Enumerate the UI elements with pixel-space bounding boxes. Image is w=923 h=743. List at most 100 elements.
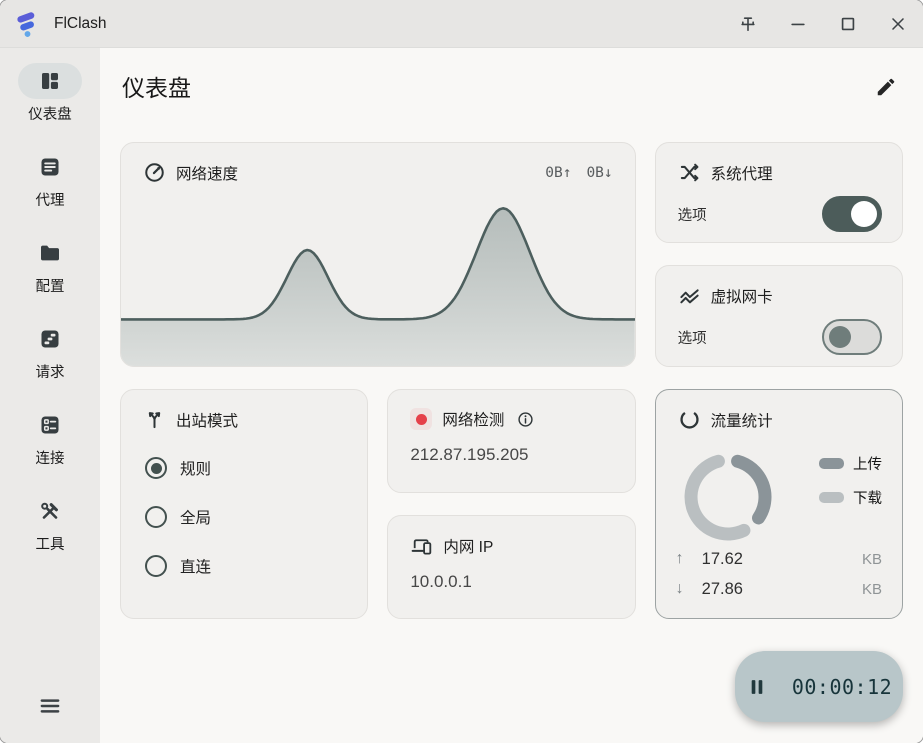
upload-total-value: 17.62	[702, 550, 743, 569]
pin-button[interactable]	[723, 0, 773, 48]
app-logo-icon	[14, 10, 42, 38]
network-speed-card: 网络速度 0B↑ 0B↓	[120, 142, 636, 367]
traffic-donut-chart	[672, 441, 784, 553]
uptime-timer: 00:00:12	[792, 675, 892, 699]
shuffle-icon	[678, 161, 701, 184]
sidebar-item-label: 配置	[36, 275, 65, 296]
card-title: 出站模式	[176, 409, 238, 431]
upload-swatch	[819, 458, 844, 469]
info-icon	[516, 410, 535, 429]
sidebar-item-proxies[interactable]: 代理	[0, 149, 100, 210]
card-title: 系统代理	[711, 162, 773, 184]
close-button[interactable]	[873, 0, 923, 48]
connections-icon	[38, 413, 62, 437]
pause-timer-fab[interactable]: 00:00:12	[735, 651, 903, 722]
toggle-thumb	[829, 326, 851, 348]
pin-icon	[738, 14, 758, 34]
radio-label: 规则	[180, 457, 211, 479]
radio-icon[interactable]	[145, 457, 167, 479]
virtual-nic-card: 虚拟网卡 选项	[655, 265, 903, 367]
connections-icon-pill	[18, 407, 82, 443]
radio-option-rule[interactable]: 规则	[145, 457, 345, 479]
sidebar-item-profiles[interactable]: 配置	[0, 235, 100, 296]
data-usage-icon	[678, 408, 701, 431]
card-title: 网络速度	[176, 162, 238, 184]
legend-label: 下载	[853, 487, 882, 508]
sidebar-item-connections[interactable]: 连接	[0, 407, 100, 468]
download-total-unit: KB	[862, 581, 882, 598]
traffic-legend: 上传 下载	[819, 441, 882, 553]
legend-item-download: 下载	[819, 487, 882, 508]
minimize-icon	[788, 14, 808, 34]
virtual-nic-option-label: 选项	[678, 327, 707, 348]
sidebar-item-dashboard[interactable]: 仪表盘	[0, 63, 100, 124]
sidebar-item-requests[interactable]: 请求	[0, 321, 100, 382]
menu-icon	[37, 693, 63, 719]
public-ip-value: 212.87.195.205	[388, 430, 634, 465]
folder-icon	[38, 241, 62, 265]
radio-option-direct[interactable]: 直连	[145, 555, 345, 577]
download-speed-value: 0B↓	[586, 165, 612, 181]
traffic-body: 上传 下载	[656, 431, 902, 553]
radio-icon[interactable]	[145, 555, 167, 577]
dashboard-grid: 网络速度 0B↑ 0B↓ 系统代理	[120, 142, 903, 619]
main-content: 仪表盘	[100, 48, 923, 743]
sidebar: 仪表盘 代理 配置	[0, 48, 100, 743]
waves-icon	[678, 284, 701, 307]
virtual-nic-toggle[interactable]	[822, 319, 882, 355]
edit-pencil-icon	[875, 76, 897, 98]
proxies-icon-pill	[18, 149, 82, 185]
close-icon	[888, 14, 908, 34]
status-dot	[416, 414, 427, 425]
radio-label: 全局	[180, 506, 211, 528]
requests-icon-pill	[18, 321, 82, 357]
download-total-value: 27.86	[702, 580, 743, 599]
page-title: 仪表盘	[122, 72, 191, 104]
radio-icon[interactable]	[145, 506, 167, 528]
legend-label: 上传	[853, 453, 882, 474]
card-title: 内网 IP	[443, 535, 493, 557]
edit-dashboard-button[interactable]	[875, 72, 897, 98]
traffic-stats-card: 流量统计 上传 下载	[655, 389, 903, 619]
sidebar-item-label: 请求	[36, 361, 65, 382]
sidebar-item-label: 连接	[36, 447, 65, 468]
upload-total-row: ↑ 17.62 KB	[676, 544, 882, 574]
gauge-icon	[143, 161, 166, 184]
split-icon	[143, 408, 166, 431]
speed-current-values: 0B↑ 0B↓	[545, 165, 612, 181]
up-arrow: ↑	[676, 550, 702, 568]
info-button[interactable]	[516, 410, 535, 429]
download-swatch	[819, 492, 844, 503]
radio-label: 直连	[180, 555, 211, 577]
proxies-list-icon	[38, 155, 62, 179]
page-header: 仪表盘	[100, 48, 923, 142]
card-title: 网络检测	[442, 408, 504, 430]
maximize-button[interactable]	[823, 0, 873, 48]
system-proxy-card: 系统代理 选项	[655, 142, 903, 243]
card-title: 虚拟网卡	[711, 285, 773, 307]
app-title: FlClash	[54, 15, 107, 33]
pause-icon	[746, 676, 768, 698]
profiles-icon-pill	[18, 235, 82, 271]
dashboard-icon	[38, 69, 62, 93]
status-dot-wrap	[410, 408, 432, 430]
donut-upload-arc	[737, 461, 764, 518]
sidebar-item-label: 代理	[36, 189, 65, 210]
sidebar-menu-button[interactable]	[0, 693, 100, 719]
network-detection-card: 网络检测 212.87.195.205	[387, 389, 635, 493]
tools-icon	[38, 499, 62, 523]
maximize-icon	[838, 14, 858, 34]
upload-total-unit: KB	[862, 551, 882, 568]
down-arrow: ↓	[676, 580, 702, 598]
sidebar-item-label: 工具	[36, 533, 65, 554]
traffic-totals: ↑ 17.62 KB ↓ 27.86 KB	[676, 544, 882, 604]
sidebar-item-tools[interactable]: 工具	[0, 493, 100, 554]
requests-icon	[38, 327, 62, 351]
system-proxy-toggle[interactable]	[822, 196, 882, 232]
system-proxy-option-label: 选项	[678, 204, 707, 225]
minimize-button[interactable]	[773, 0, 823, 48]
radio-option-global[interactable]: 全局	[145, 506, 345, 528]
donut-download-arc	[691, 461, 744, 534]
outbound-mode-card: 出站模式 规则 全局 直连	[120, 389, 368, 619]
sidebar-item-label: 仪表盘	[28, 103, 72, 124]
